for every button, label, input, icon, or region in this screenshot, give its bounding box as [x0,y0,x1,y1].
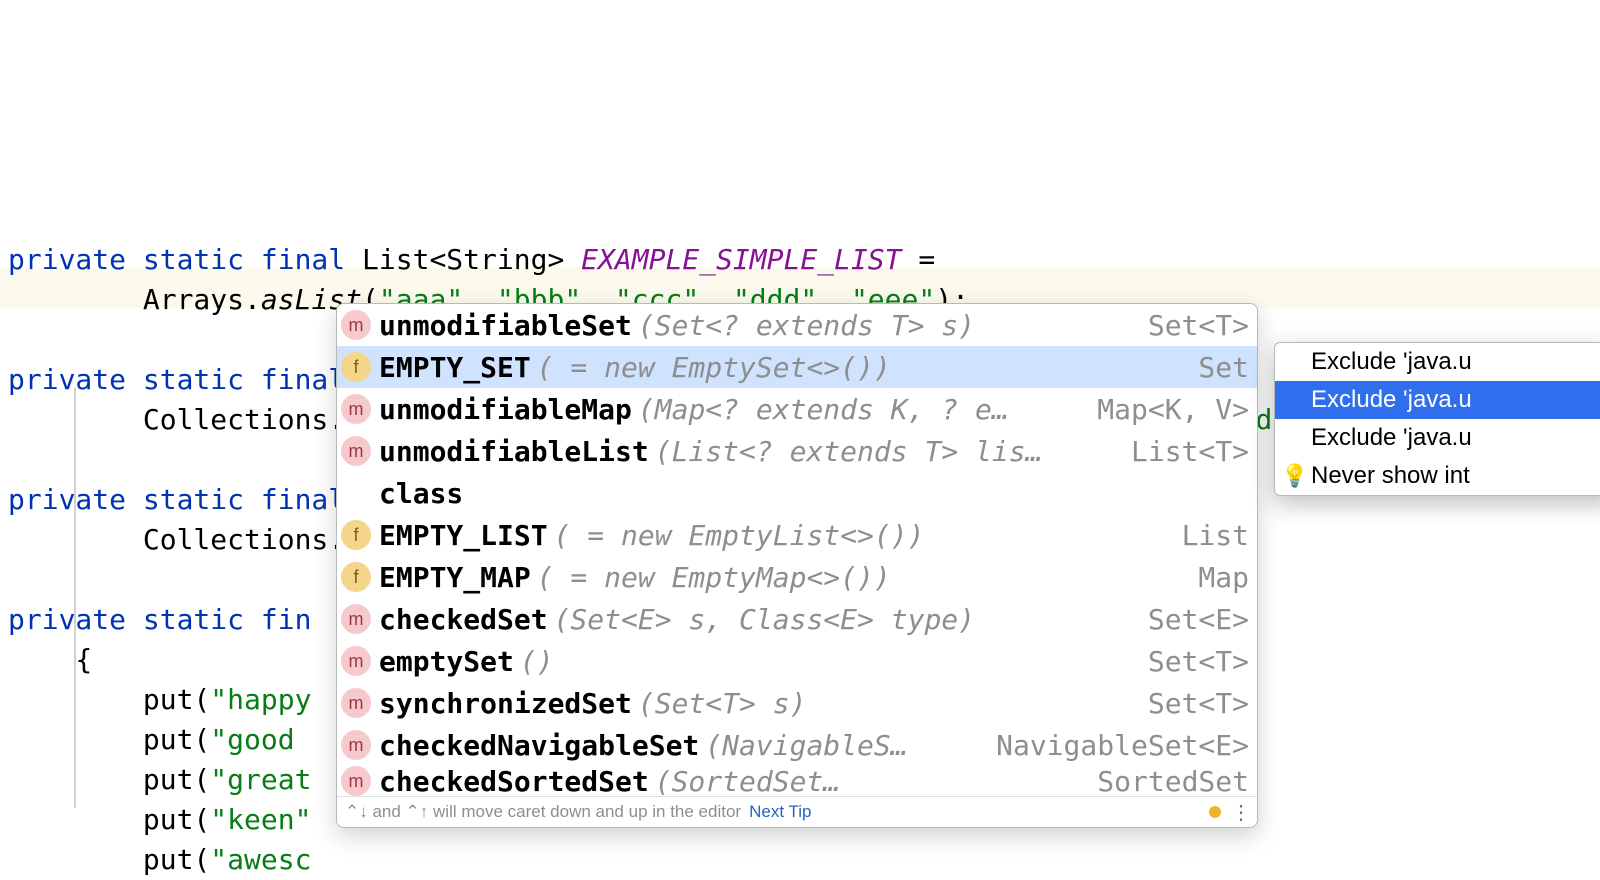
completion-item[interactable]: m checkedSortedSet (SortedSet… SortedSet [337,766,1257,796]
completion-item[interactable]: m unmodifiableMap (Map<? extends K, ? e… M… [337,388,1257,430]
completion-item-detail: (Set<? extends T> s) [638,309,975,342]
intention-menu-label: Exclude 'java.u [1311,348,1472,376]
field-icon: f [341,352,371,382]
code-text: Collections. [8,523,345,556]
intention-menu-label: Exclude 'java.u [1311,386,1472,414]
completion-item-detail: (Map<? extends K, ? e… [638,393,1009,426]
completion-item-return-type: Set<T> [1148,309,1249,342]
completion-item[interactable]: f EMPTY_SET ( = new EmptySet<>()) Set [337,346,1257,388]
code-keyword: private static fin [8,603,311,636]
completion-item[interactable]: m emptySet () Set<T> [337,640,1257,682]
method-icon: m [341,604,371,634]
method-icon: m [341,310,371,340]
completion-item-return-type: Set<T> [1148,687,1249,720]
completion-item-detail: ( = new EmptyMap<>()) [537,561,891,594]
completion-item-name: checkedSortedSet [379,766,649,796]
code-keyword: private static final [8,363,345,396]
code-punct: = [901,243,935,276]
completion-item-return-type: NavigableSet<E> [996,729,1249,762]
completion-item-return-type: Set<E> [1148,603,1249,636]
completion-item-return-type: List [1182,519,1249,552]
completion-item-name: synchronizedSet [379,687,632,720]
code-constant: EXAMPLE_SIMPLE_LIST [581,243,901,276]
completion-item-return-type: Set<T> [1148,645,1249,678]
intention-menu-item[interactable]: 💡Never show int [1275,457,1600,495]
code-completion-popup[interactable]: m unmodifiableSet (Set<? extends T> s) Set… [336,303,1258,828]
code-line: put( [8,803,210,836]
completion-item-name: unmodifiableList [379,435,649,468]
completion-item[interactable]: m checkedSet (Set<E> s, Class<E> type) Set… [337,598,1257,640]
completion-item[interactable]: class [337,472,1257,514]
intention-menu-label: Never show int [1311,462,1470,490]
code-string: "awesc [210,843,311,876]
code-line: put( [8,723,210,756]
status-dot-icon [1209,806,1221,818]
completion-item-name: EMPTY_LIST [379,519,548,552]
next-tip-link[interactable]: Next Tip [749,802,811,822]
completion-item-return-type: Set [1198,351,1249,384]
code-line: put( [8,683,210,716]
completion-item-detail: (List<? extends T> lis… [655,435,1043,468]
code-string: "good [210,723,294,756]
completion-item-detail: (NavigableS… [705,729,907,762]
intention-menu-label: Exclude 'java.u [1311,424,1472,452]
completion-item[interactable]: m synchronizedSet (Set<T> s) Set<T> [337,682,1257,724]
completion-item-return-type: SortedSet [1097,766,1249,796]
completion-item[interactable]: m checkedNavigableSet (NavigableS… Navigab… [337,724,1257,766]
more-options-icon[interactable]: ⋮ [1231,800,1249,825]
field-icon: f [341,562,371,592]
completion-item-name: EMPTY_SET [379,351,531,384]
completion-item-name: unmodifiableSet [379,309,632,342]
completion-item-return-type: Map [1198,561,1249,594]
completion-footer: ⌃↓ and ⌃↑ will move caret down and up in… [337,796,1257,827]
completion-item-name: checkedSet [379,603,548,636]
completion-item-name: EMPTY_MAP [379,561,531,594]
completion-item-name: unmodifiableMap [379,393,632,426]
completion-item-name: class [379,477,463,510]
field-icon: f [341,520,371,550]
method-icon: m [341,394,371,424]
code-string: "great [210,763,311,796]
code-type: List<String> [345,243,581,276]
method-icon: m [341,766,371,796]
code-keyword: private static final [8,243,345,276]
lightbulb-icon: 💡 [1281,463,1308,489]
completion-item-detail: () [520,645,554,678]
completion-item-detail: (SortedSet… [655,766,840,796]
completion-item-detail: (Set<E> s, Class<E> type) [554,603,975,636]
completion-item-detail: ( = new EmptySet<>()) [537,351,891,384]
intention-menu-item[interactable]: Exclude 'java.u [1275,419,1600,457]
completion-item-detail: ( = new EmptyList<>()) [554,519,925,552]
method-icon: m [341,646,371,676]
code-string: "keen" [210,803,311,836]
code-text: Collections. [8,403,345,436]
completion-item-detail: (Set<T> s) [638,687,807,720]
method-icon: m [341,436,371,466]
completion-item[interactable]: f EMPTY_LIST ( = new EmptyList<>()) List [337,514,1257,556]
code-string: "happy [210,683,311,716]
intention-submenu[interactable]: Exclude 'java.u Exclude 'java.u Exclude 'j… [1274,342,1600,496]
completion-item[interactable]: m unmodifiableList (List<? extends T> lis… [337,430,1257,472]
completion-footer-hint: ⌃↓ and ⌃↑ will move caret down and up in… [345,802,741,822]
intention-menu-item[interactable]: Exclude 'java.u [1275,343,1600,381]
method-icon: m [341,730,371,760]
code-line: put( [8,763,210,796]
intention-menu-item[interactable]: Exclude 'java.u [1275,381,1600,419]
method-icon: m [341,688,371,718]
completion-item-return-type: Map<K, V> [1097,393,1249,426]
completion-item-name: checkedNavigableSet [379,729,699,762]
completion-item-return-type: List<T> [1131,435,1249,468]
completion-item[interactable]: m unmodifiableSet (Set<? extends T> s) Set… [337,304,1257,346]
code-line: put( [8,843,210,876]
completion-item[interactable]: f EMPTY_MAP ( = new EmptyMap<>()) Map [337,556,1257,598]
code-text: Arrays. [8,283,261,316]
completion-item-name: emptySet [379,645,514,678]
code-punct: { [8,643,92,676]
code-keyword: private static final [8,483,345,516]
